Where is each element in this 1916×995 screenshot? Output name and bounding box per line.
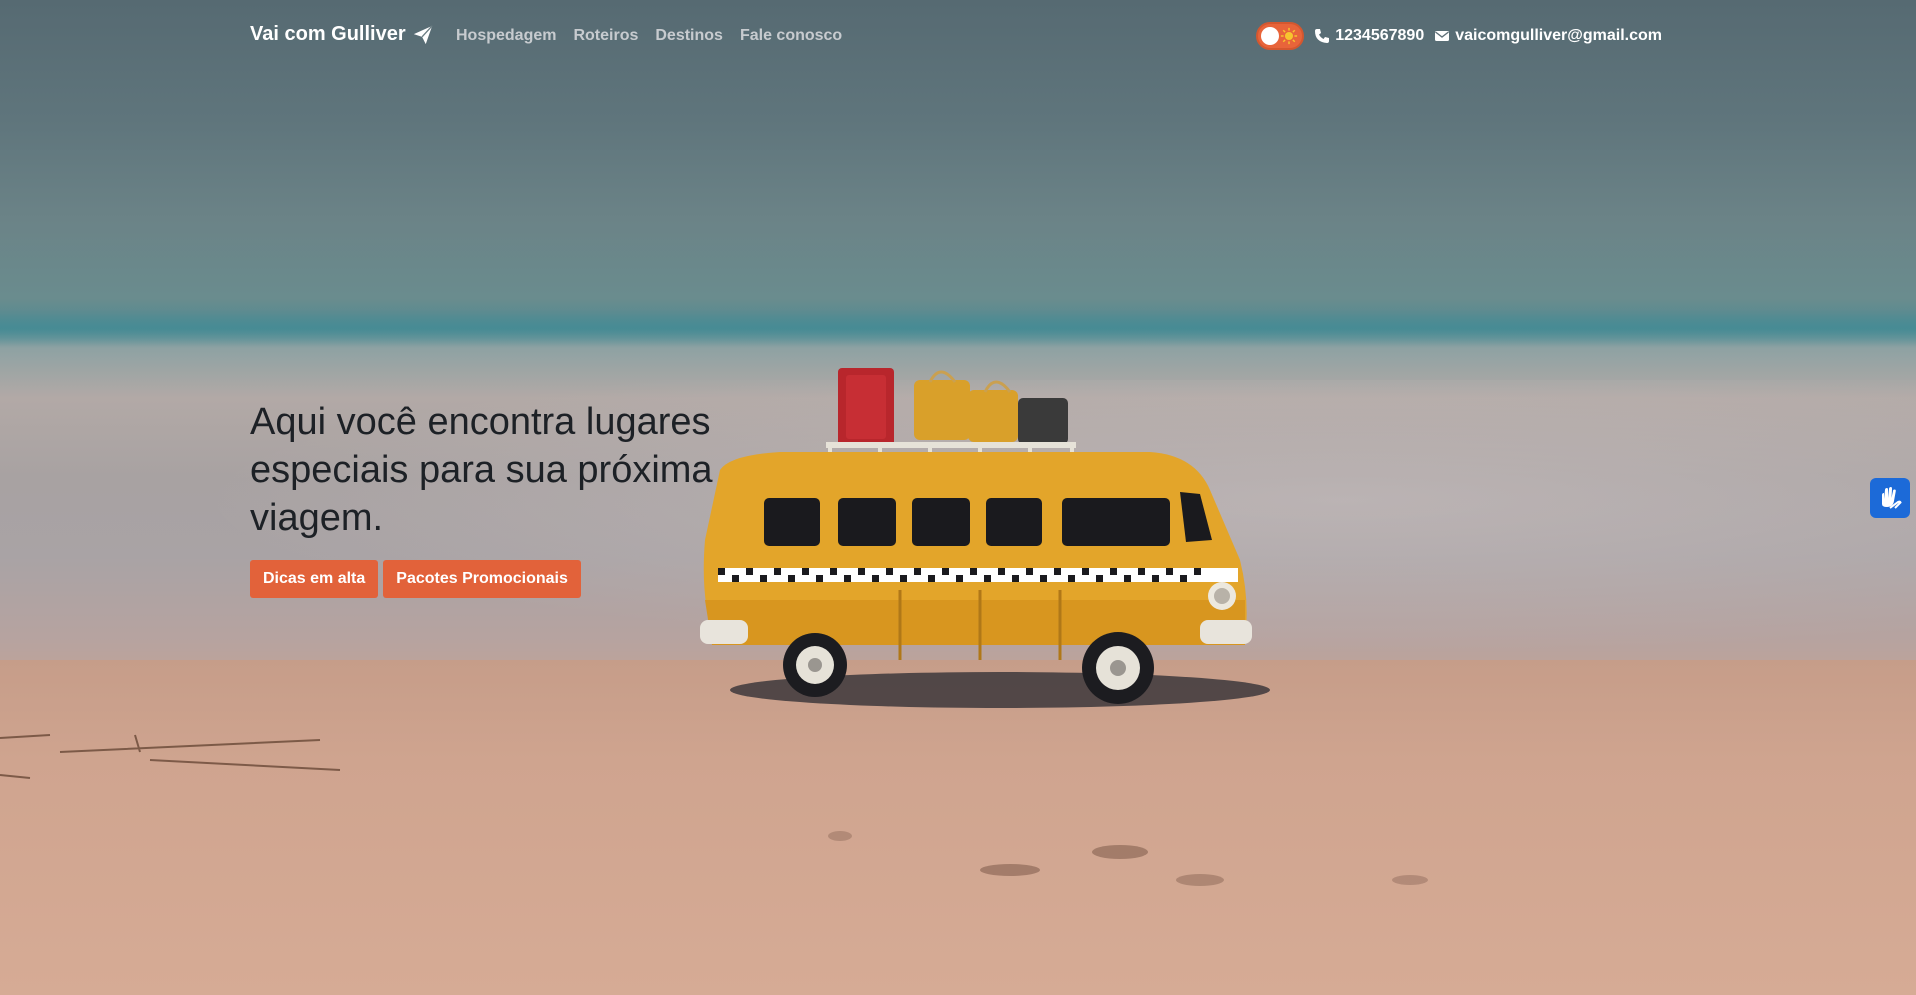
sign-language-hands-icon	[1882, 487, 1902, 509]
navbar: Vai com Gulliver Hospedagem Roteiros Des…	[0, 0, 1916, 72]
pacotes-promocionais-button[interactable]: Pacotes Promocionais	[383, 560, 581, 598]
hero-title: Aqui você encontra lugares especiais par…	[250, 401, 713, 539]
nav-link-destinos[interactable]: Destinos	[655, 27, 723, 45]
paper-plane-icon	[413, 24, 433, 44]
sun-icon	[1281, 27, 1298, 45]
envelope-icon	[1435, 31, 1450, 41]
nav-link-hospedagem[interactable]: Hospedagem	[456, 27, 556, 45]
accessibility-widget-button[interactable]	[1870, 478, 1910, 518]
nav-links: Hospedagem Roteiros Destinos Fale conosc…	[456, 27, 842, 45]
hero-buttons: Dicas em alta Pacotes Promocionais	[250, 560, 770, 598]
nav-link-fale-conosco[interactable]: Fale conosco	[740, 27, 842, 45]
nav-link-roteiros[interactable]: Roteiros	[573, 27, 638, 45]
dicas-em-alta-button[interactable]: Dicas em alta	[250, 560, 379, 598]
phone-contact[interactable]: 1234567890	[1314, 27, 1424, 45]
phone-icon	[1315, 29, 1330, 43]
nav-contact-area: 1234567890 vaicomgulliver@gmail.com	[1256, 22, 1662, 50]
toggle-knob	[1261, 27, 1280, 45]
email-address: vaicomgulliver@gmail.com	[1455, 27, 1662, 44]
email-contact[interactable]: vaicomgulliver@gmail.com	[1434, 27, 1662, 45]
brand-name[interactable]: Vai com Gulliver	[250, 23, 406, 46]
hero-section: Aqui você encontra lugares especiais par…	[250, 398, 770, 598]
brand-logo[interactable]: Vai com Gulliver	[250, 23, 434, 46]
phone-number: 1234567890	[1335, 27, 1425, 44]
theme-toggle[interactable]	[1256, 22, 1305, 50]
